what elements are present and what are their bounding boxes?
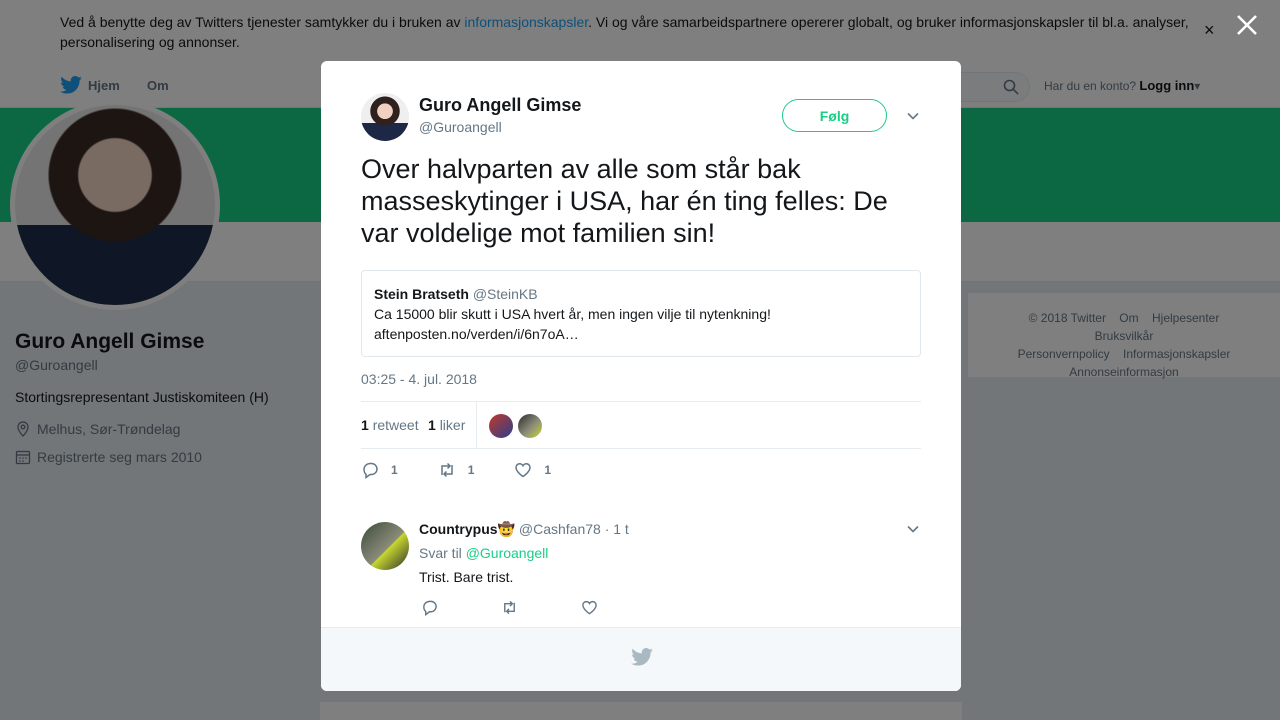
chevron-down-icon[interactable] <box>906 109 920 123</box>
retweet-action-count: 1 <box>467 463 475 477</box>
quote-text: Ca 15000 blir skutt i USA hvert år, men … <box>374 306 771 322</box>
chevron-down-icon[interactable] <box>906 522 920 536</box>
like-button[interactable]: 1 <box>514 461 551 479</box>
author-avatar[interactable] <box>361 93 409 141</box>
tweet-actions: 1 1 1 <box>361 459 591 481</box>
retweet-button[interactable]: 1 <box>438 461 475 479</box>
reply-actions <box>421 599 661 616</box>
liker-avatar[interactable] <box>489 414 513 438</box>
close-icon[interactable] <box>1234 12 1260 38</box>
retweet-count: 1 <box>361 417 369 433</box>
like-stat[interactable]: 1 liker <box>428 417 465 433</box>
modal-footer <box>321 627 961 691</box>
reply-text: Trist. Bare trist. <box>419 569 514 585</box>
quote-author-name: Stein Bratseth <box>374 286 469 302</box>
heart-icon[interactable] <box>581 599 598 616</box>
like-label: liker <box>439 417 466 433</box>
tweet-modal: Guro Angell Gimse @Guroangell Følg Over … <box>321 61 961 691</box>
mention-link[interactable]: @Guroangell <box>466 545 549 561</box>
stats-divider <box>476 402 477 448</box>
like-count: 1 <box>428 417 436 433</box>
quote-link: aftenposten.no/verden/i/6n7oA… <box>374 326 579 342</box>
replying-to-label: Svar til <box>419 545 462 561</box>
retweet-icon[interactable] <box>501 599 518 616</box>
retweet-stat[interactable]: 1 retweet <box>361 417 419 433</box>
reply-author-handle[interactable]: @Cashfan78 <box>519 521 601 537</box>
follow-button[interactable]: Følg <box>782 99 887 132</box>
reply-icon[interactable] <box>421 599 438 616</box>
replying-to: Svar til @Guroangell <box>419 545 548 561</box>
reply-icon <box>363 462 378 479</box>
quoted-tweet[interactable]: Stein Bratseth @SteinKB Ca 15000 blir sk… <box>361 270 921 357</box>
liker-avatar[interactable] <box>518 414 542 438</box>
tweet-timestamp: 03:25 - 4. jul. 2018 <box>361 371 477 387</box>
twitter-bird-icon <box>631 648 653 666</box>
reply-time[interactable]: · 1 t <box>605 521 629 537</box>
retweet-icon <box>440 462 453 478</box>
reply-button[interactable]: 1 <box>361 461 398 479</box>
tweet-text: Over halvparten av alle som står bak mas… <box>361 154 888 248</box>
reply-count: 1 <box>391 463 398 477</box>
quote-header: Stein Bratseth @SteinKB <box>374 284 908 304</box>
retweet-label: retweet <box>372 417 419 433</box>
like-action-count: 1 <box>544 463 552 477</box>
reply-author-name[interactable]: Countrypus🤠 <box>419 521 515 537</box>
reply-header: Countrypus🤠 @Cashfan78 · 1 t <box>419 521 629 538</box>
quote-author-handle: @SteinKB <box>472 286 538 302</box>
reply-author-avatar[interactable] <box>361 522 409 570</box>
heart-icon <box>515 463 532 478</box>
author-name[interactable]: Guro Angell Gimse <box>419 95 581 116</box>
author-handle[interactable]: @Guroangell <box>419 119 502 135</box>
tweet-stats: 1 retweet 1 liker <box>361 401 921 449</box>
